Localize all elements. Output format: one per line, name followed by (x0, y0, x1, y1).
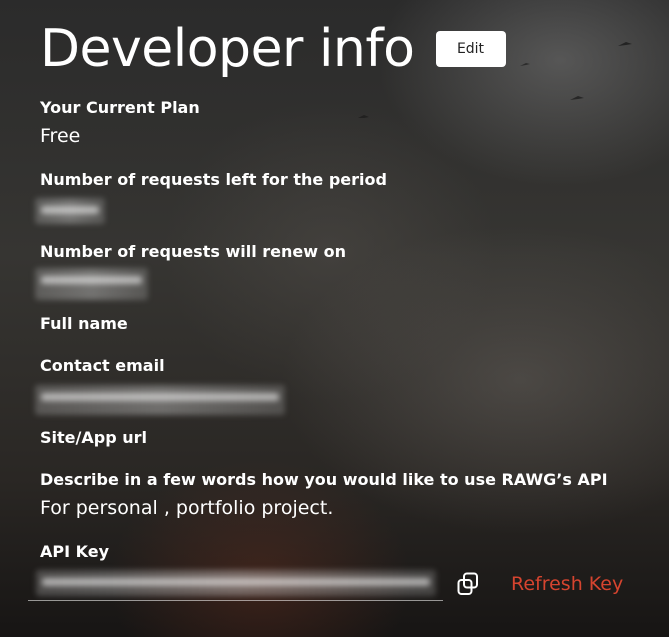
page-header: Developer info Edit (40, 18, 506, 80)
renew-on-label: Number of requests will renew on (40, 242, 346, 261)
requests-left-label: Number of requests left for the period (40, 170, 387, 189)
edit-button[interactable]: Edit (435, 31, 506, 67)
api-key-value-redacted (36, 570, 436, 596)
plan-label: Your Current Plan (40, 98, 200, 117)
renew-on-value-redacted (35, 268, 148, 300)
copy-icon[interactable] (457, 572, 479, 596)
full-name-label: Full name (40, 314, 128, 333)
api-key-field[interactable] (28, 566, 443, 601)
usage-label: Describe in a few words how you would li… (40, 470, 608, 489)
api-key-row: Refresh Key (28, 566, 623, 601)
page-title: Developer info (40, 19, 415, 79)
contact-email-label: Contact email (40, 356, 165, 375)
api-key-label: API Key (40, 542, 110, 561)
usage-value: For personal , portfolio project. (40, 497, 334, 519)
plan-value: Free (40, 125, 81, 147)
refresh-key-button[interactable]: Refresh Key (511, 573, 623, 595)
site-url-label: Site/App url (40, 428, 147, 447)
contact-email-value-redacted (35, 385, 285, 415)
requests-left-value-redacted (35, 198, 105, 224)
